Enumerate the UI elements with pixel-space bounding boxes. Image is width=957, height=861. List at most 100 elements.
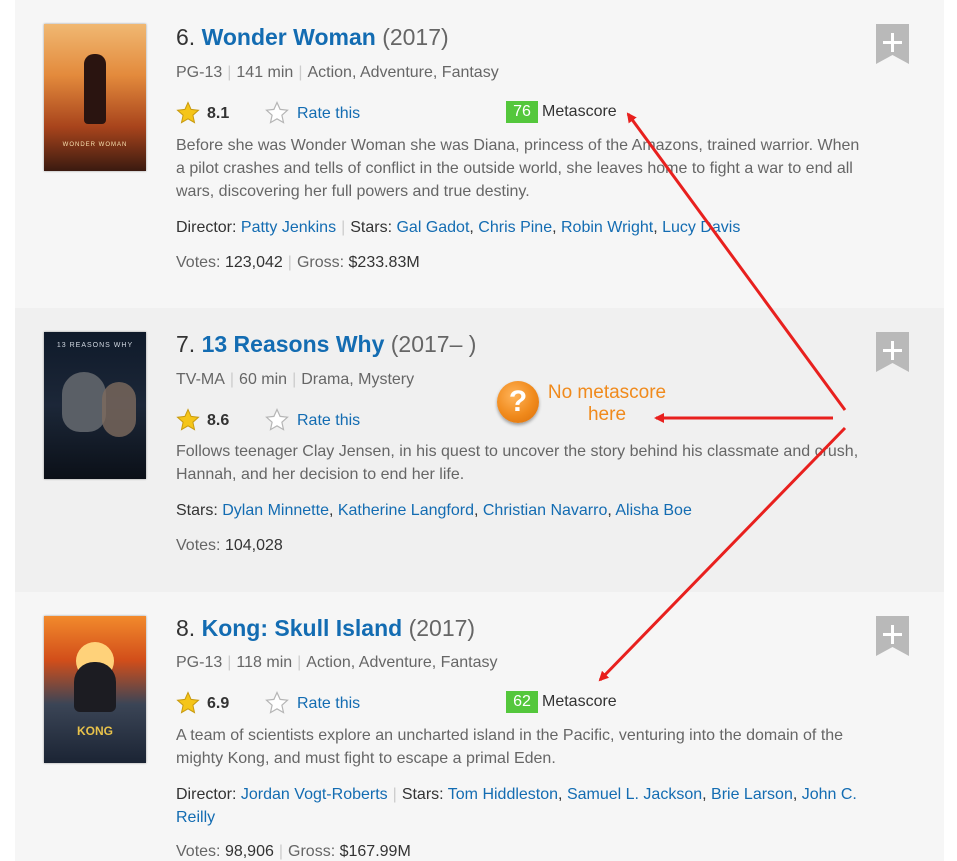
rank: 7.	[176, 331, 196, 357]
star-link[interactable]: Tom Hiddleston	[448, 786, 558, 803]
star-link[interactable]: Reilly	[176, 809, 215, 826]
metascore-badge: 62	[506, 691, 538, 713]
add-to-watchlist-button[interactable]	[876, 616, 909, 656]
credits-line: Director: Jordan Vogt-Roberts | Stars: Tom…	[176, 786, 857, 803]
star-outline-icon[interactable]	[265, 408, 289, 432]
separator: |	[298, 64, 303, 81]
year: (2017– )	[390, 331, 477, 357]
director-link[interactable]: Patty Jenkins	[241, 219, 336, 236]
separator: |	[229, 371, 235, 388]
poster-image[interactable]: 13 REASONS WHY	[44, 332, 146, 479]
stars-label: Stars:	[401, 786, 444, 803]
meta-line: PG-13 | 141 min | Action, Adventure, Fantasy	[176, 64, 499, 82]
poster-title-text: 13 REASONS WHY	[56, 342, 134, 349]
annotation-line: No metascore	[547, 382, 667, 403]
gross-value: $167.99M	[339, 843, 411, 860]
rate-this-link[interactable]: Rate this	[297, 105, 360, 123]
credits: Director: Patty Jenkins | Stars: Gal Gadot…	[176, 219, 741, 236]
metascore-label[interactable]: Metascore	[542, 693, 617, 711]
poster-figure	[62, 372, 106, 432]
genres: Action, Adventure, Fantasy	[306, 654, 498, 671]
star-link[interactable]: Brie Larson	[711, 786, 793, 803]
plot: A team of scientists explore an uncharte…	[176, 724, 916, 770]
star-link[interactable]: Katherine Langford	[338, 502, 474, 519]
title-link[interactable]: 13 Reasons Why	[202, 331, 385, 357]
poster-figure	[102, 382, 136, 437]
rating-row: 6.9 Rate this 62 Metascore	[176, 691, 676, 715]
star-link[interactable]: Gal Gadot	[396, 219, 469, 236]
genres: Drama, Mystery	[301, 371, 415, 388]
poster-title-text: KONG	[77, 724, 113, 738]
genres: Action, Adventure, Fantasy	[307, 64, 499, 81]
plot-line: Follows teenager Clay Jensen, in his que…	[176, 443, 859, 460]
year: (2017)	[382, 24, 449, 50]
separator: |	[227, 64, 232, 81]
poster-title-text: WONDER WOMAN	[62, 142, 128, 148]
metascore-badge: 76	[506, 101, 538, 123]
certificate: PG-13	[176, 654, 223, 671]
votes-value: 98,906	[224, 843, 274, 860]
list-item: 13 REASONS WHY 7. 13 Reasons Why (2017– …	[15, 308, 944, 592]
list-item: WONDER WOMAN 6. Wonder Woman (2017) PG-1…	[15, 0, 944, 308]
title-line: 6. Wonder Woman (2017)	[176, 24, 449, 51]
rate-this-link[interactable]: Rate this	[297, 412, 360, 430]
meta-line: TV-MA | 60 min | Drama, Mystery	[176, 371, 414, 389]
plot-line: a pilot crashes and tells of conflict in…	[176, 160, 853, 177]
star-link[interactable]: Dylan Minnette	[222, 502, 329, 519]
credits: Director: Jordan Vogt-Roberts | Stars: Tom…	[176, 783, 916, 829]
votes-value: 123,042	[224, 254, 283, 271]
rank: 8.	[176, 615, 196, 641]
meta-line: PG-13 | 118 min | Action, Adventure, Fantasy	[176, 654, 498, 672]
director-label: Director:	[176, 786, 237, 803]
separator: |	[392, 786, 397, 803]
plot: Before she was Wonder Woman she was Dian…	[176, 134, 916, 203]
star-link[interactable]: Christian Navarro	[483, 502, 607, 519]
star-link[interactable]: John C.	[802, 786, 857, 803]
credits-line: Reilly	[176, 806, 916, 829]
star-outline-icon[interactable]	[265, 691, 289, 715]
separator: |	[227, 654, 232, 671]
votes-value: 104,028	[224, 537, 283, 554]
plot-line: Hannah, and her decision to end her life…	[176, 466, 465, 483]
certificate: PG-13	[176, 64, 223, 81]
star-icon	[176, 691, 200, 714]
year: (2017)	[408, 615, 476, 641]
separator: |	[292, 371, 297, 388]
rate-this-link[interactable]: Rate this	[297, 695, 360, 713]
runtime: 141 min	[236, 64, 294, 81]
star-link[interactable]: Alisha Boe	[615, 502, 692, 519]
title-line: 7. 13 Reasons Why (2017– )	[176, 331, 476, 358]
runtime: 60 min	[239, 371, 288, 388]
votes-label: Votes:	[176, 537, 221, 554]
list-item: KONG 8. Kong: Skull Island (2017) PG-13 |…	[15, 592, 944, 861]
poster-image[interactable]: WONDER WOMAN	[44, 24, 146, 171]
gross-label: Gross:	[296, 254, 345, 271]
stars-label: Stars:	[176, 502, 218, 519]
plot: Follows teenager Clay Jensen, in his que…	[176, 440, 916, 486]
rating-value: 8.6	[207, 412, 230, 429]
star-link[interactable]: Chris Pine	[478, 219, 552, 236]
director-link[interactable]: Jordan Vogt-Roberts	[241, 786, 388, 803]
runtime: 118 min	[236, 654, 293, 671]
poster-image[interactable]: KONG	[44, 616, 146, 763]
plot-line: A team of scientists explore an uncharte…	[176, 727, 844, 744]
separator: |	[341, 219, 346, 236]
star-outline-icon[interactable]	[265, 101, 289, 125]
annotation-text: No metascore here	[543, 382, 671, 426]
poster-figure	[84, 54, 106, 124]
rating-value: 8.1	[207, 105, 230, 122]
separator: |	[297, 654, 302, 671]
star-link[interactable]: Lucy Davis	[662, 219, 740, 236]
poster-figure	[74, 662, 116, 712]
certificate: TV-MA	[176, 371, 225, 388]
title-link[interactable]: Wonder Woman	[202, 24, 376, 50]
credits: Stars: Dylan Minnette, Katherine Langfor…	[176, 502, 692, 519]
director-label: Director:	[176, 219, 237, 236]
add-to-watchlist-button[interactable]	[876, 24, 909, 64]
votes-line: Votes: 104,028	[176, 537, 283, 555]
metascore-label[interactable]: Metascore	[542, 103, 617, 121]
add-to-watchlist-button[interactable]	[876, 332, 909, 372]
title-link[interactable]: Kong: Skull Island	[202, 615, 403, 641]
star-link[interactable]: Robin Wright	[561, 219, 653, 236]
star-link[interactable]: Samuel L. Jackson	[567, 786, 702, 803]
